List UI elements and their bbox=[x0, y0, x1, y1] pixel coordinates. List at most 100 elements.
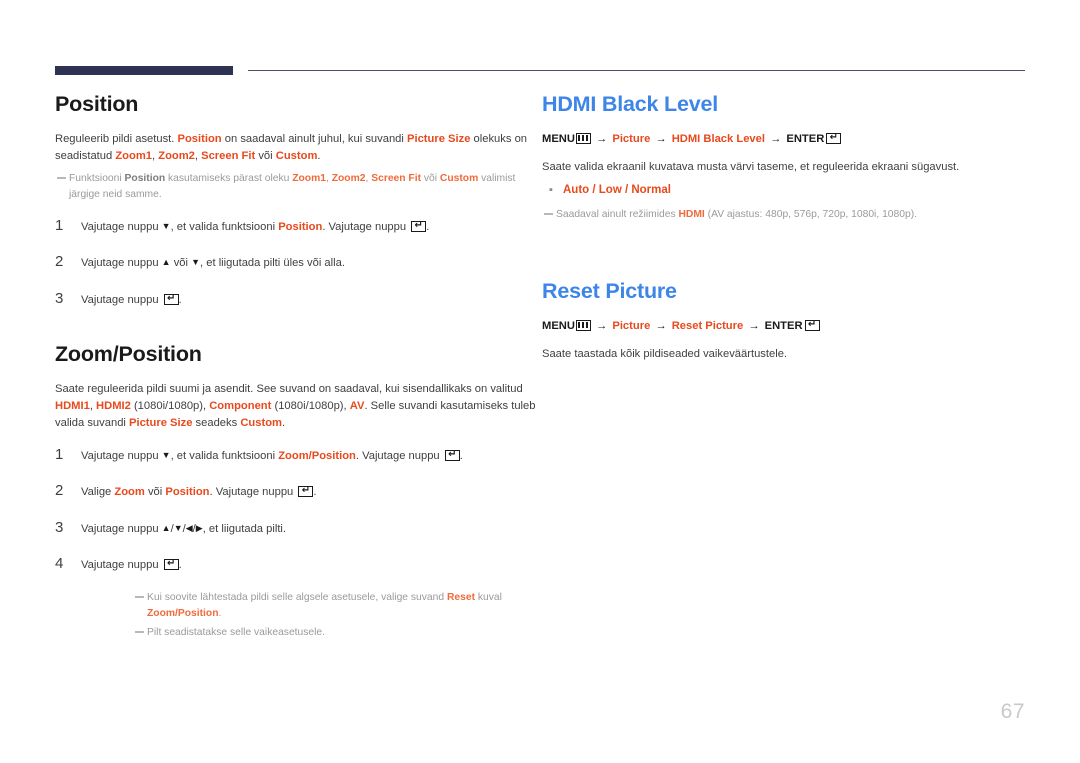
step-row: 2 Vajutage nuppu ▲ või ▼, et liigutada pi… bbox=[55, 251, 537, 274]
inline-text: Vajutage nuppu bbox=[81, 449, 162, 462]
inline-text: Saadaval ainult režiimides bbox=[556, 208, 679, 220]
menu-path-hdmi-black-level: MENU → Picture → HDMI Black Level → ENTE… bbox=[542, 131, 1026, 149]
section-hdmi-black-level: HDMI Black Level MENU → Picture → HDMI B… bbox=[542, 92, 1026, 223]
note-dash-icon bbox=[135, 624, 147, 640]
inline-text: Vajutage nuppu bbox=[81, 522, 162, 535]
enter-label: ENTER bbox=[786, 132, 825, 145]
keyword-text: Custom bbox=[439, 172, 479, 184]
step-number: 4 bbox=[55, 555, 64, 573]
menu-label: MENU bbox=[542, 319, 575, 332]
inline-text: (1080i/1080p), bbox=[271, 399, 350, 412]
keyword-text: Screen Fit bbox=[371, 172, 422, 184]
keyword-text: Zoom1 bbox=[292, 172, 326, 184]
section-zoom-position: Zoom/Position Saate reguleerida pildi su… bbox=[55, 342, 537, 641]
inline-text: Vajutage nuppu bbox=[81, 257, 162, 270]
bullet-dot-icon: ▪ bbox=[549, 183, 553, 196]
step-number: 1 bbox=[55, 216, 64, 234]
menu-grid-icon bbox=[575, 319, 591, 331]
position-intro-paragraph: Reguleerib pildi asetust. Position on sa… bbox=[55, 131, 537, 165]
menu-path-item[interactable]: Reset Picture bbox=[672, 320, 744, 332]
path-arrow-icon: → bbox=[652, 132, 670, 145]
section-reset-picture: Reset Picture MENU → Picture → Reset Pic… bbox=[542, 279, 1026, 363]
position-note: Funktsiooni Position kasutamiseks pärast… bbox=[55, 171, 537, 203]
step-number: 2 bbox=[55, 482, 64, 500]
left-column: Position Reguleerib pildi asetust. Posit… bbox=[55, 92, 537, 644]
enter-key-icon: ↵ bbox=[298, 486, 314, 498]
position-steps-list: 1 Vajutage nuppu ▼, et valida funktsiooni… bbox=[55, 215, 537, 311]
inline-text: ▼ bbox=[161, 449, 171, 460]
right-column: HDMI Black Level MENU → Picture → HDMI B… bbox=[542, 92, 1026, 373]
hdmi-black-level-body: Saate valida ekraanil kuvatava musta vär… bbox=[542, 160, 960, 173]
step-row: 3 Vajutage nuppu ↵. bbox=[55, 288, 537, 311]
inline-text: , et valida funktsiooni bbox=[170, 220, 279, 233]
enter-key-icon: ↵ bbox=[163, 293, 179, 305]
step-text: Valige Zoom või Position. Vajutage nuppu… bbox=[81, 484, 317, 501]
reset-picture-body: Saate taastada kõik pildiseaded vaikevää… bbox=[542, 347, 788, 360]
note-dash-icon bbox=[57, 170, 69, 202]
inline-text: on saadaval ainult juhul, kui suvandi bbox=[221, 132, 407, 145]
step-row: 1 Vajutage nuppu ▼, et valida funktsiooni… bbox=[55, 444, 537, 467]
inline-text: ▲ bbox=[161, 522, 171, 533]
enter-key-icon: ↵ bbox=[826, 132, 842, 144]
inline-text: kasutamiseks pärast oleku bbox=[165, 172, 293, 184]
menu-path-item[interactable]: Picture bbox=[612, 133, 650, 145]
inline-text: Reguleerib pildi asetust. bbox=[55, 132, 178, 145]
inline-text: ▶ bbox=[195, 522, 203, 533]
inline-text: Vajutage nuppu bbox=[81, 293, 162, 306]
inline-text: ▼ bbox=[191, 257, 201, 268]
inline-text: . bbox=[317, 149, 321, 162]
inline-text: Position bbox=[124, 172, 166, 184]
hdmi-black-level-note-text: Saadaval ainult režiimides HDMI (AV ajas… bbox=[556, 207, 917, 223]
note-dash-icon bbox=[544, 206, 556, 222]
step-row: 4 Vajutage nuppu ↵. bbox=[55, 553, 537, 576]
header-bar-thin bbox=[248, 70, 1025, 71]
inline-text: . Vajutage nuppu bbox=[322, 220, 410, 233]
inline-text: . bbox=[218, 607, 222, 619]
keyword-text: Reset bbox=[446, 591, 475, 603]
section-heading-hdmi-black-level: HDMI Black Level bbox=[542, 92, 719, 116]
path-arrow-icon: → bbox=[766, 132, 785, 145]
section-position: Position Reguleerib pildi asetust. Posit… bbox=[55, 92, 537, 310]
enter-key-icon: ↵ bbox=[444, 449, 460, 461]
menu-path-item[interactable]: HDMI Black Level bbox=[672, 133, 765, 145]
zoom-position-notes: Kui soovite lähtestada pildi selle algse… bbox=[55, 590, 537, 641]
inline-text: või bbox=[170, 257, 192, 270]
step-number: 3 bbox=[55, 518, 64, 536]
keyword-text: Zoom2 bbox=[331, 172, 366, 184]
path-arrow-icon: → bbox=[592, 319, 611, 332]
menu-path-item[interactable]: Picture bbox=[612, 320, 650, 332]
step-text: Vajutage nuppu ▼, et valida funktsiooni … bbox=[81, 448, 463, 465]
inline-text: (AV ajastus: 480p, 576p, 720p, 1080i, 10… bbox=[704, 208, 917, 220]
keyword-text: Picture Size bbox=[407, 132, 471, 145]
keyword-text: Picture Size bbox=[129, 416, 193, 429]
inline-text: . bbox=[178, 559, 182, 572]
zoom-position-steps-list: 1 Vajutage nuppu ▼, et valida funktsiooni… bbox=[55, 444, 537, 576]
inline-text: , et liigutada pilti. bbox=[202, 522, 287, 535]
keyword-text: Position bbox=[177, 132, 222, 145]
zoom-position-intro-paragraph: Saate reguleerida pildi suumi ja asendit… bbox=[55, 381, 537, 432]
note-text: Pilt seadistatakse selle vaikeasetusele. bbox=[147, 625, 325, 641]
keyword-text: Zoom bbox=[114, 486, 145, 499]
hdmi-black-level-options: ▪ Auto / Low / Normal bbox=[542, 182, 1026, 199]
inline-text: ▲ bbox=[161, 257, 171, 268]
page-header-rule bbox=[55, 66, 1025, 76]
keyword-text: Custom bbox=[240, 416, 282, 429]
inline-text: . Vajutage nuppu bbox=[209, 486, 297, 499]
inline-text: Valige bbox=[81, 486, 115, 499]
enter-key-icon: ↵ bbox=[804, 319, 820, 331]
inline-text: või bbox=[255, 149, 276, 162]
inline-text: Kui soovite lähtestada pildi selle algse… bbox=[147, 591, 447, 603]
keyword-text: Zoom1 bbox=[115, 149, 153, 162]
inline-text: . Vajutage nuppu bbox=[355, 449, 443, 462]
enter-key-icon: ↵ bbox=[163, 559, 179, 571]
step-row: 2 Valige Zoom või Position. Vajutage nupp… bbox=[55, 480, 537, 503]
path-arrow-icon: → bbox=[745, 319, 763, 332]
keyword-text: HDMI bbox=[678, 208, 705, 220]
note-row: Pilt seadistatakse selle vaikeasetusele. bbox=[133, 625, 537, 641]
keyword-text: Custom bbox=[275, 149, 318, 162]
inline-text: kuval bbox=[475, 591, 502, 603]
step-text: Vajutage nuppu ▼, et valida funktsiooni … bbox=[81, 219, 429, 236]
step-text: Vajutage nuppu ↵. bbox=[81, 292, 182, 309]
note-dash-icon bbox=[135, 589, 147, 621]
step-row: 3 Vajutage nuppu ▲/▼/◀/▶, et liigutada pi… bbox=[55, 517, 537, 540]
